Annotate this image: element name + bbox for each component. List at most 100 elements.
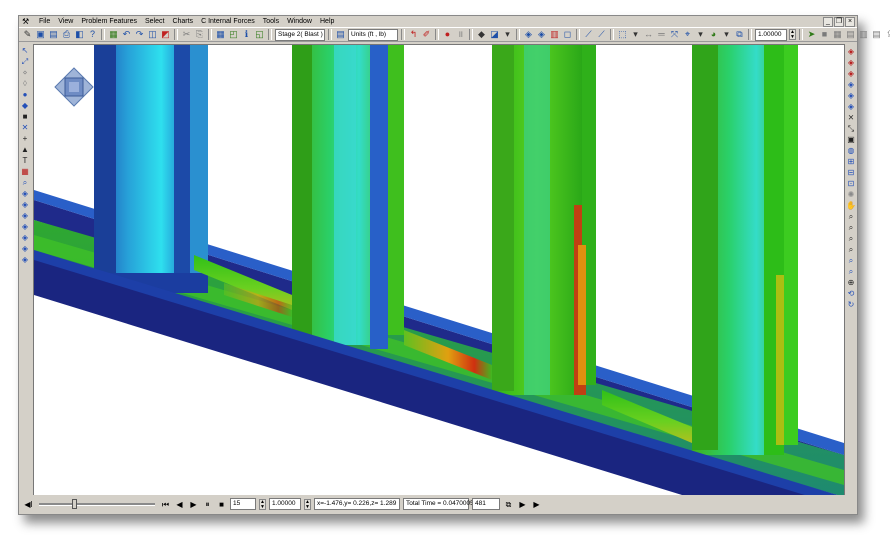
fit-icon[interactable]: ⊞ <box>846 157 856 167</box>
zoom-box-icon[interactable]: ⌕ <box>846 234 856 244</box>
doc3-icon[interactable]: ▤ <box>871 29 882 40</box>
palette-icon[interactable]: ▦ <box>20 167 30 177</box>
select-icon[interactable]: ↖ <box>20 46 30 56</box>
panel-icon[interactable]: ⧉ <box>734 29 745 40</box>
capture-icon[interactable]: ⧉ <box>503 499 514 510</box>
plus-icon[interactable]: + <box>20 134 30 144</box>
prev-frame-icon[interactable]: ◀ <box>174 499 185 510</box>
globe-icon[interactable]: ◍ <box>846 146 856 156</box>
square-icon[interactable]: ■ <box>20 112 30 122</box>
preview-icon[interactable]: ◧ <box>74 29 85 40</box>
delete-icon[interactable]: ◩ <box>160 29 171 40</box>
cube-view2-icon[interactable]: ◈ <box>536 29 547 40</box>
zoom-icon[interactable]: ⌕ <box>20 178 30 188</box>
view-icon[interactable]: ⊡ <box>846 179 856 189</box>
menu-problem-features[interactable]: Problem Features <box>77 16 141 27</box>
step-back-icon[interactable]: ◀ǀ <box>23 499 34 510</box>
menu-select[interactable]: Select <box>141 16 168 27</box>
cut-icon[interactable]: ✂ <box>181 29 192 40</box>
cube-c-icon[interactable]: ◈ <box>20 211 30 221</box>
open-icon[interactable]: ▣ <box>35 29 46 40</box>
info-icon[interactable]: ℹ <box>241 29 252 40</box>
redo-icon[interactable]: ↷ <box>134 29 145 40</box>
spin-icon[interactable]: ↻ <box>846 300 856 310</box>
dropdown-icon[interactable]: ▾ <box>502 29 513 40</box>
first-frame-icon[interactable]: ⏮ <box>160 499 171 510</box>
pause-play-icon[interactable]: ⏸ <box>202 499 213 510</box>
magnet-icon[interactable]: ⌖ <box>682 29 693 40</box>
dropdown4-icon[interactable]: ▾ <box>721 29 732 40</box>
grid-view-icon[interactable]: ⊟ <box>846 168 856 178</box>
model-icon[interactable]: ◫ <box>147 29 158 40</box>
restore-icon[interactable]: ❐ <box>834 17 844 27</box>
zoom-fit-icon[interactable]: ⌕ <box>846 245 856 255</box>
cube-f-icon[interactable]: ◈ <box>20 244 30 254</box>
pen-icon[interactable]: ✐ <box>421 29 432 40</box>
cross-icon[interactable]: ✕ <box>20 123 30 133</box>
dropdown2-icon[interactable]: ▾ <box>630 29 641 40</box>
new-file-icon[interactable]: ✎ <box>22 29 33 40</box>
chart-view-icon[interactable]: ▣ <box>846 135 856 145</box>
print-icon[interactable]: ⎙ <box>61 29 72 40</box>
table-icon[interactable]: ▦ <box>832 29 843 40</box>
arrows-icon[interactable]: ⤧ <box>669 29 680 40</box>
model-viewport[interactable] <box>33 44 845 496</box>
zoom-out-icon[interactable]: ⌕ <box>846 223 856 233</box>
rotate-icon[interactable]: ⟲ <box>846 289 856 299</box>
record-icon[interactable]: ● <box>442 29 453 40</box>
fold-icon[interactable]: ↰ <box>408 29 419 40</box>
timeline-slider[interactable] <box>37 499 157 509</box>
speed-input[interactable]: 1.00000 <box>269 498 301 510</box>
minimize-icon[interactable]: _ <box>823 17 833 27</box>
frame-spinner[interactable]: ▲ ▼ <box>259 498 266 510</box>
cube-e-icon[interactable]: ◈ <box>20 233 30 243</box>
frame-icon[interactable]: ◻ <box>562 29 573 40</box>
copy-icon[interactable]: ⎘ <box>194 29 205 40</box>
record-anim-icon[interactable]: ▶ <box>517 499 528 510</box>
properties-icon[interactable]: ◱ <box>254 29 265 40</box>
diag-icon[interactable]: ⟋ <box>596 29 607 40</box>
cube-red3-icon[interactable]: ◈ <box>846 69 856 79</box>
mesh-icon[interactable]: ▦ <box>108 29 119 40</box>
cube-blue3-icon[interactable]: ◈ <box>846 102 856 112</box>
stop-play-icon[interactable]: ■ <box>216 499 227 510</box>
menu-help[interactable]: Help <box>316 16 338 27</box>
node-icon[interactable]: ⋄ <box>20 68 30 78</box>
ruler-icon[interactable]: ═ <box>656 29 667 40</box>
speed-spinner[interactable]: ▲ ▼ <box>304 498 311 510</box>
line-icon[interactable]: ⟋ <box>583 29 594 40</box>
units-select[interactable]: Units (ft , lb) <box>348 28 398 41</box>
menu-file[interactable]: File <box>35 16 54 27</box>
cube-d-icon[interactable]: ◈ <box>20 222 30 232</box>
scale-spinner[interactable]: ▲ ▼ <box>789 29 796 40</box>
run-icon[interactable]: ➤ <box>806 29 817 40</box>
select-box-icon[interactable]: ⬚ <box>617 29 628 40</box>
close-icon[interactable]: × <box>845 17 855 27</box>
zoom-in-icon[interactable]: ⌕ <box>846 212 856 222</box>
zoom-prev-icon[interactable]: ⌕ <box>846 267 856 277</box>
measure-icon[interactable]: ↔ <box>643 29 654 40</box>
pan-icon[interactable]: ⤢ <box>20 57 30 67</box>
zoom-all-icon[interactable]: ⌕ <box>846 256 856 266</box>
diamond-icon[interactable]: ◆ <box>20 101 30 111</box>
color-icon[interactable]: ◕ <box>708 29 719 40</box>
shape-icon[interactable]: ◊ <box>20 79 30 89</box>
chart-icon[interactable]: ▥ <box>549 29 560 40</box>
zoom-extents-icon[interactable]: ⊕ <box>846 278 856 288</box>
stage-select[interactable]: Stage 2( Blast ) <box>275 28 325 41</box>
menu-tools[interactable]: Tools <box>259 16 283 27</box>
export-anim-icon[interactable]: ▶ <box>531 499 542 510</box>
cube-blue2-icon[interactable]: ◈ <box>846 91 856 101</box>
layers-icon[interactable]: ◰ <box>228 29 239 40</box>
contour-icon[interactable]: ◪ <box>489 29 500 40</box>
save-icon[interactable]: ▤ <box>48 29 59 40</box>
cube-red2-icon[interactable]: ◈ <box>846 58 856 68</box>
cube-view-icon[interactable]: ◈ <box>523 29 534 40</box>
pause-icon[interactable]: ॥ <box>455 29 466 40</box>
hand-icon[interactable]: ✋ <box>846 201 856 211</box>
navigation-cube-icon[interactable] <box>54 67 94 107</box>
arrow-up-icon[interactable]: ▲ <box>20 145 30 155</box>
plot-icon[interactable]: ⤡ <box>846 124 856 134</box>
text-icon[interactable]: T <box>20 156 30 166</box>
cube-g-icon[interactable]: ◈ <box>20 255 30 265</box>
